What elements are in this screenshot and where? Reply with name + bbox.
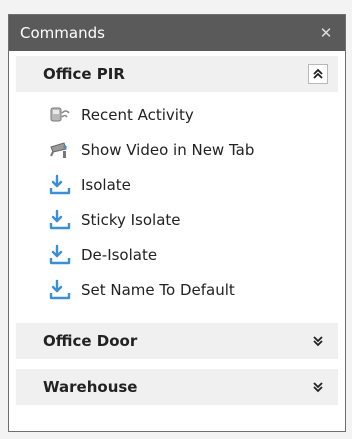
section-header-office-door[interactable]: Office Door — [16, 323, 338, 359]
section-label: Warehouse — [43, 378, 138, 396]
command-item-de-isolate[interactable]: De-Isolate — [16, 237, 338, 272]
command-item-show-video[interactable]: Show Video in New Tab — [16, 132, 338, 167]
command-label: Show Video in New Tab — [81, 140, 255, 159]
command-item-isolate[interactable]: Isolate — [16, 167, 338, 202]
camera-icon — [49, 139, 71, 161]
close-icon[interactable]: ✕ — [317, 24, 335, 42]
isolate-icon — [49, 279, 71, 301]
section-header-office-pir[interactable]: Office PIR — [16, 56, 338, 92]
panel-title: Commands — [20, 24, 105, 42]
isolate-icon — [49, 244, 71, 266]
activity-icon — [49, 104, 71, 126]
section-label: Office PIR — [43, 65, 125, 83]
double-chevron-down-icon — [313, 382, 323, 393]
command-item-set-name-default[interactable]: Set Name To Default — [16, 272, 338, 307]
expand-section-button[interactable] — [308, 377, 328, 397]
command-label: Recent Activity — [81, 105, 194, 124]
command-item-recent-activity[interactable]: Recent Activity — [16, 97, 338, 132]
panel-content: Office PIR Recent Activity Show Video in… — [9, 51, 345, 405]
expand-section-button[interactable] — [308, 331, 328, 351]
command-label: Set Name To Default — [81, 280, 235, 299]
isolate-icon — [49, 174, 71, 196]
isolate-icon — [49, 209, 71, 231]
section-label: Office Door — [43, 332, 138, 350]
command-item-sticky-isolate[interactable]: Sticky Isolate — [16, 202, 338, 237]
command-label: De-Isolate — [81, 245, 158, 264]
double-chevron-down-icon — [313, 336, 323, 347]
double-chevron-up-icon — [313, 68, 323, 79]
collapse-section-button[interactable] — [308, 64, 328, 84]
section-items: Recent Activity Show Video in New Tab Is… — [16, 92, 338, 319]
command-label: Sticky Isolate — [81, 210, 181, 229]
panel-titlebar: Commands ✕ — [9, 15, 345, 51]
section-header-warehouse[interactable]: Warehouse — [16, 369, 338, 405]
command-label: Isolate — [81, 175, 131, 194]
commands-panel: Commands ✕ Office PIR Recent Activity Sh… — [8, 14, 346, 432]
